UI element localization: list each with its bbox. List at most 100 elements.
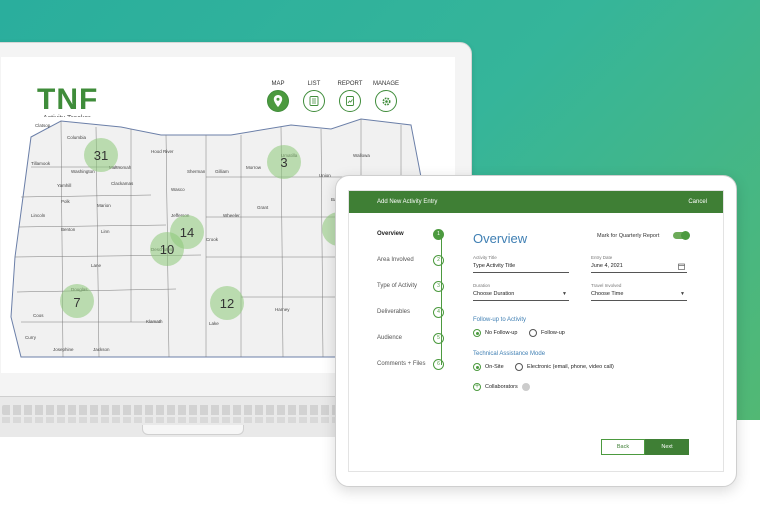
add-icon[interactable]: +	[473, 383, 481, 391]
report-icon[interactable]	[339, 90, 361, 112]
svg-text:Gilliam: Gilliam	[215, 169, 229, 174]
entry-date-label: Entry Date	[591, 255, 613, 260]
nav-manage-label: MANAGE	[373, 81, 400, 87]
svg-text:Clackamas: Clackamas	[111, 181, 134, 186]
next-button[interactable]: Next	[645, 439, 689, 455]
nav-report[interactable]: REPORT	[337, 81, 363, 112]
dialog-title: Add New Activity Entry	[377, 199, 438, 205]
back-button[interactable]: Back	[601, 439, 645, 455]
cluster-10[interactable]: 10	[150, 232, 184, 266]
map-pin-icon[interactable]	[267, 90, 289, 112]
svg-text:Yamhill: Yamhill	[57, 183, 71, 188]
step-type-of-activity[interactable]: Type of Activity 3	[377, 281, 457, 309]
svg-text:Benton: Benton	[61, 227, 76, 232]
dialog-header: Add New Activity Entry Cancel	[349, 191, 723, 213]
step-deliverables[interactable]: Deliverables 4	[377, 307, 457, 335]
logo-text: TNF	[37, 83, 99, 116]
step-number: 2	[433, 255, 444, 266]
step-number: 1	[433, 229, 444, 240]
collaborators-row[interactable]: + Collaborators	[473, 383, 530, 391]
svg-text:Sherman: Sherman	[187, 169, 206, 174]
svg-text:Grant: Grant	[257, 205, 269, 210]
svg-text:Tillamook: Tillamook	[31, 161, 51, 166]
cluster-3-count: 3	[280, 155, 287, 170]
svg-text:Josephine: Josephine	[53, 347, 74, 352]
collaborators-label: Collaborators	[485, 384, 518, 390]
step-area-involved[interactable]: Area Involved 2	[377, 255, 457, 283]
calendar-icon[interactable]	[678, 263, 685, 270]
top-nav: MAP LIST REPORT MANAGE	[265, 81, 399, 112]
form-title: Overview	[473, 231, 528, 246]
nav-map[interactable]: MAP	[265, 81, 291, 112]
info-icon[interactable]	[521, 383, 530, 391]
travel-field[interactable]: Travel Involved Choose Time ▼	[591, 283, 687, 301]
radio-electronic[interactable]: Electronic (email, phone, video call)	[515, 363, 614, 371]
radio-circle[interactable]	[529, 329, 537, 337]
nav-map-label: MAP	[271, 81, 285, 87]
cluster-31[interactable]: 31	[84, 138, 118, 172]
activity-title-field[interactable]: Activity Title Type Activity Title	[473, 255, 569, 273]
nav-manage[interactable]: MANAGE	[373, 81, 399, 112]
step-number: 3	[433, 281, 444, 292]
svg-text:Washington: Washington	[71, 169, 95, 174]
duration-field[interactable]: Duration Choose Duration ▼	[473, 283, 569, 301]
tablet-frame: Add New Activity Entry Cancel Overview 1 …	[335, 175, 737, 487]
cluster-12[interactable]: 12	[210, 286, 244, 320]
svg-text:Union: Union	[319, 173, 331, 178]
entry-date-input[interactable]: June 4, 2021	[591, 263, 687, 273]
chevron-down-icon: ▼	[562, 291, 567, 297]
list-icon[interactable]	[303, 90, 325, 112]
svg-text:Jackson: Jackson	[93, 347, 110, 352]
travel-label: Travel Involved	[591, 283, 622, 288]
cluster-7[interactable]: 7	[60, 284, 94, 318]
step-audience[interactable]: Audience 5	[377, 333, 457, 361]
travel-select[interactable]: Choose Time ▼	[591, 291, 687, 301]
svg-text:Columbia: Columbia	[67, 135, 87, 140]
tablet-screen: Add New Activity Entry Cancel Overview 1 …	[348, 190, 724, 472]
step-label: Audience	[377, 335, 403, 341]
cluster-31-count: 31	[94, 148, 108, 163]
quarterly-report-toggle[interactable]	[673, 231, 690, 240]
activity-title-input[interactable]: Type Activity Title	[473, 263, 569, 273]
cluster-3[interactable]: 3	[267, 145, 301, 179]
entry-date-field[interactable]: Entry Date June 4, 2021	[591, 255, 687, 273]
radio-label: Electronic (email, phone, video call)	[527, 364, 614, 370]
step-label: Deliverables	[377, 309, 411, 315]
travel-value: Choose Time	[591, 291, 624, 297]
radio-onsite[interactable]: On-Site	[473, 363, 504, 371]
step-number: 6	[433, 359, 444, 370]
cancel-link[interactable]: Cancel	[688, 199, 707, 205]
laptop-notch	[142, 425, 244, 435]
step-number: 4	[433, 307, 444, 318]
radio-circle[interactable]	[473, 329, 481, 337]
gear-icon[interactable]	[375, 90, 397, 112]
nav-list[interactable]: LIST	[301, 81, 327, 112]
step-label: Comments + Files	[377, 361, 426, 367]
svg-text:Linn: Linn	[101, 229, 110, 234]
radio-label: No Follow-up	[485, 330, 518, 336]
activity-title-label: Activity Title	[473, 255, 497, 260]
svg-text:Lincoln: Lincoln	[31, 213, 46, 218]
step-label: Area Involved	[377, 257, 414, 263]
radio-circle[interactable]	[473, 363, 481, 371]
step-connector-line	[441, 235, 442, 365]
duration-select[interactable]: Choose Duration ▼	[473, 291, 569, 301]
cluster-14-count: 14	[180, 225, 194, 240]
svg-text:Wallowa: Wallowa	[353, 153, 370, 158]
radio-no-followup[interactable]: No Follow-up	[473, 329, 517, 337]
svg-text:Lake: Lake	[209, 321, 219, 326]
overview-form: Overview Mark for Quarterly Report Activ…	[473, 231, 703, 391]
step-overview[interactable]: Overview 1	[377, 229, 457, 257]
cluster-7-count: 7	[73, 295, 80, 310]
step-number: 5	[433, 333, 444, 344]
radio-followup[interactable]: Follow-up	[529, 329, 565, 337]
step-label: Overview	[377, 231, 404, 237]
svg-text:Curry: Curry	[25, 335, 37, 340]
duration-label: Duration	[473, 283, 491, 288]
radio-label: On-Site	[485, 364, 504, 370]
svg-text:Wheeler: Wheeler	[223, 213, 240, 218]
svg-text:Marion: Marion	[97, 203, 111, 208]
radio-circle[interactable]	[515, 363, 523, 371]
ta-mode-heading: Technical Assistance Mode	[473, 351, 546, 357]
step-comments-files[interactable]: Comments + Files 6	[377, 359, 457, 387]
